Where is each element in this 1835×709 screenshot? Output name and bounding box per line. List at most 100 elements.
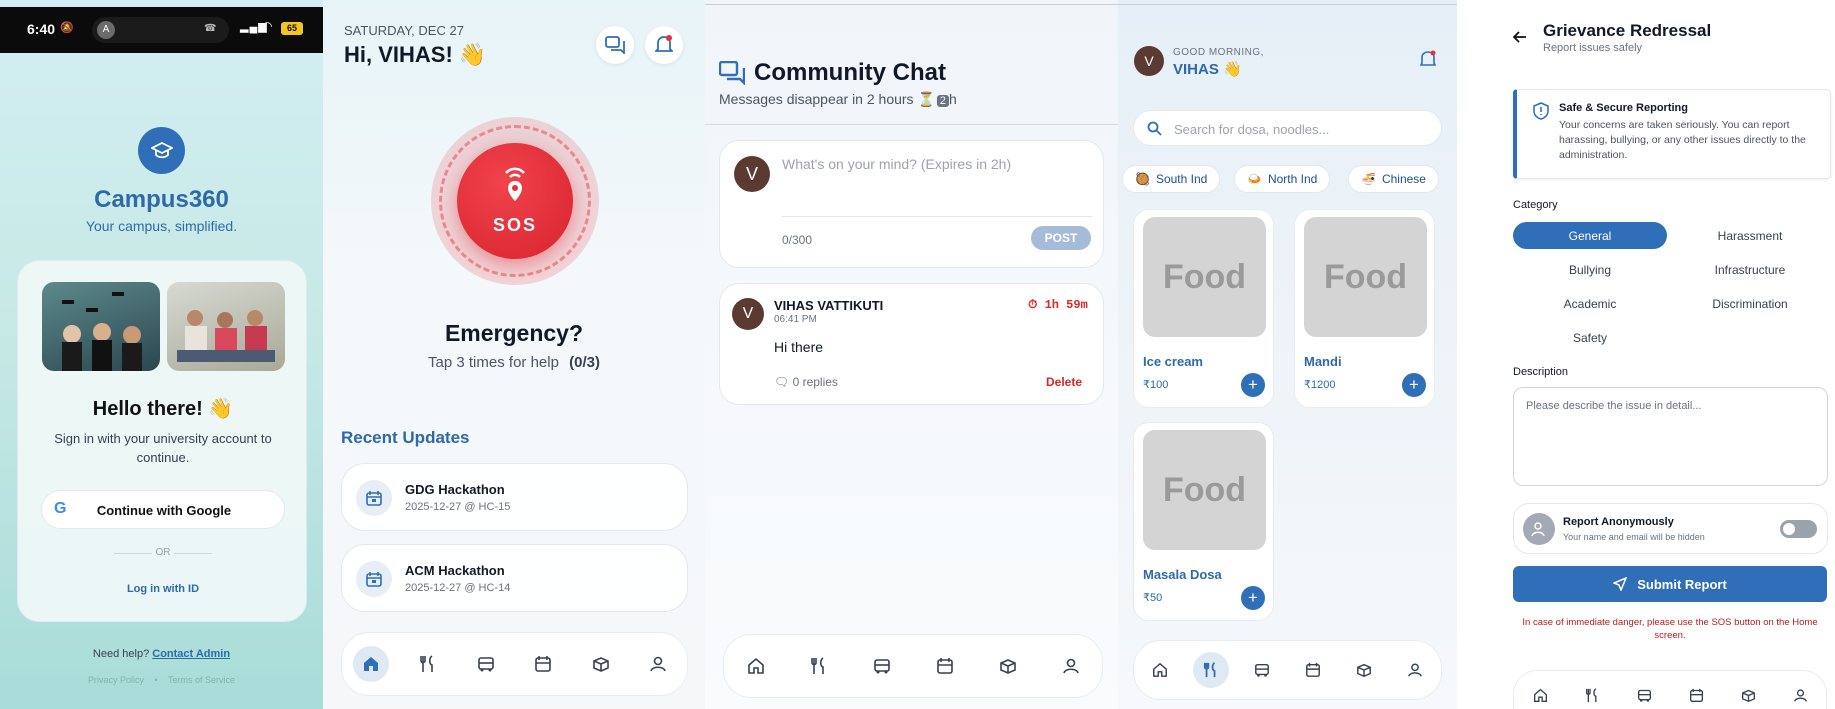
privacy-policy-link[interactable]: Privacy Policy <box>88 675 144 685</box>
nav-bus[interactable] <box>1626 678 1662 709</box>
notifications-button[interactable] <box>645 26 683 64</box>
update-card[interactable]: ACM Hackathon 2025-12-27 @ HC-14 <box>341 544 688 612</box>
post-time: 06:41 PM <box>774 314 817 325</box>
package-icon <box>999 659 1016 674</box>
nav-profile[interactable] <box>640 646 676 682</box>
nav-bus[interactable] <box>1244 652 1280 688</box>
anonymous-toggle[interactable] <box>1780 520 1817 538</box>
category-option-bullying[interactable]: Bullying <box>1513 256 1667 283</box>
category-option-safety[interactable]: Safety <box>1513 324 1667 351</box>
nav-package[interactable] <box>990 648 1026 684</box>
nav-home[interactable] <box>738 648 774 684</box>
category-option-harassment[interactable]: Harassment <box>1673 222 1827 249</box>
bus-icon <box>477 657 494 672</box>
bus-icon <box>1637 689 1651 702</box>
nav-calendar[interactable] <box>927 648 963 684</box>
nav-profile[interactable] <box>1782 678 1818 709</box>
nav-food[interactable] <box>410 646 446 682</box>
add-to-cart-button[interactable]: + <box>1241 373 1265 397</box>
category-chip[interactable]: 🍜 Chinese <box>1348 165 1439 193</box>
post-author: VIHAS VATTIKUTI <box>774 298 884 313</box>
back-arrow-icon[interactable] <box>1513 31 1527 43</box>
update-subtitle: 2025-12-27 @ HC-14 <box>405 582 511 594</box>
replies-button[interactable]: 🗨 0 replies <box>774 375 838 389</box>
user-avatar[interactable]: V <box>1134 46 1164 76</box>
login-card: Hello there! 👋 Sign in with your univers… <box>17 260 307 622</box>
nav-profile[interactable] <box>1397 652 1433 688</box>
home-icon <box>363 657 378 671</box>
nav-food[interactable] <box>1192 652 1229 688</box>
submit-report-button[interactable]: Submit Report <box>1513 566 1827 602</box>
bell-icon[interactable] <box>1420 50 1436 68</box>
nav-profile[interactable] <box>1053 648 1089 684</box>
food-icon <box>810 657 824 674</box>
nav-package[interactable] <box>1730 678 1766 709</box>
divider-left <box>114 553 152 554</box>
food-card[interactable]: Food Mandi ₹1200 + <box>1294 209 1435 408</box>
update-card[interactable]: GDG Hackathon 2025-12-27 @ HC-15 <box>341 463 688 531</box>
food-name: Masala Dosa <box>1143 567 1222 582</box>
category-option-academic[interactable]: Academic <box>1513 290 1667 317</box>
messages-button[interactable] <box>596 26 634 64</box>
search-input[interactable]: Search for dosa, noodles... <box>1174 122 1329 137</box>
nav-home[interactable] <box>352 646 389 682</box>
delete-button[interactable]: Delete <box>1046 375 1082 389</box>
nav-package[interactable] <box>583 646 619 682</box>
nav-food[interactable] <box>801 648 837 684</box>
date-label: SATURDAY, DEC 27 <box>344 23 464 38</box>
category-chip[interactable]: 🍛 North Ind <box>1234 165 1331 193</box>
nav-food[interactable] <box>1574 678 1610 709</box>
emergency-heading: Emergency? <box>444 320 584 346</box>
profile-icon <box>1408 663 1423 677</box>
nav-package[interactable] <box>1346 652 1382 688</box>
category-option-discrimination[interactable]: Discrimination <box>1673 290 1827 317</box>
nav-bus[interactable] <box>864 648 900 684</box>
nav-bus[interactable] <box>468 646 504 682</box>
package-icon <box>1741 689 1755 703</box>
terms-link[interactable]: Terms of Service <box>168 675 235 685</box>
google-signin-button[interactable]: G Continue with Google <box>41 490 285 529</box>
nav-home[interactable] <box>1522 678 1558 709</box>
chat-title: Community Chat <box>754 59 946 86</box>
dynamic-island: A ☎ <box>92 17 229 43</box>
anonymous-row: Report Anonymously Your name and email w… <box>1513 503 1828 554</box>
description-textarea[interactable]: Please describe the issue in detail... <box>1513 387 1828 486</box>
category-chip[interactable]: 🥘 South Ind <box>1122 165 1221 193</box>
food-card[interactable]: Food Masala Dosa ₹50 + <box>1133 422 1274 621</box>
nav-calendar[interactable] <box>1295 652 1331 688</box>
nav-calendar[interactable] <box>525 646 561 682</box>
post-message: Hi there <box>774 339 824 355</box>
app-tagline: Your campus, simplified. <box>85 218 238 234</box>
category-option-general[interactable]: General <box>1513 222 1667 249</box>
sos-footer-note: In case of immediate danger, please use … <box>1522 617 1818 641</box>
post-button[interactable]: POST <box>1031 226 1091 250</box>
tap-hint: Tap 3 times for help (0/3) <box>323 354 705 371</box>
post-input[interactable]: What's on your mind? (Expires in 2h) <box>782 156 1092 208</box>
food-card[interactable]: Food Ice cream ₹100 + <box>1133 209 1274 408</box>
post-avatar: V <box>732 298 764 330</box>
timer-icon: ⏱ <box>1028 298 1038 312</box>
login-with-id-link[interactable]: Log in with ID <box>18 583 308 595</box>
food-search-bar[interactable]: Search for dosa, noodles... <box>1133 110 1442 146</box>
anonymous-title: Report Anonymously <box>1563 516 1674 528</box>
info-title: Safe & Secure Reporting <box>1559 102 1688 114</box>
nav-home[interactable] <box>1142 652 1178 688</box>
update-subtitle: 2025-12-27 @ HC-15 <box>405 501 511 513</box>
package-icon <box>1357 663 1372 677</box>
status-bar: 6:40 🔕 A ☎ ▂▄▆ ◠ 65 <box>0 7 323 53</box>
students-image <box>167 282 285 371</box>
add-to-cart-button[interactable]: + <box>1241 586 1265 610</box>
noodles-icon: 🍜 <box>1361 172 1376 186</box>
food-screen: V GOOD MORNING, VIHAS 👋 Search for dosa,… <box>1118 0 1457 709</box>
add-to-cart-button[interactable]: + <box>1402 373 1426 397</box>
category-option-infrastructure[interactable]: Infrastructure <box>1673 256 1827 283</box>
sos-button[interactable]: SOS <box>457 143 573 259</box>
contact-admin-link[interactable]: Contact Admin <box>152 648 230 660</box>
food-name: Ice cream <box>1143 354 1203 369</box>
curry-icon: 🍛 <box>1247 172 1262 186</box>
calendar-icon <box>356 561 392 597</box>
calendar-icon <box>936 658 953 674</box>
nav-calendar[interactable] <box>1678 678 1714 709</box>
submit-label: Submit Report <box>1637 576 1727 592</box>
food-image: Food <box>1143 430 1266 550</box>
